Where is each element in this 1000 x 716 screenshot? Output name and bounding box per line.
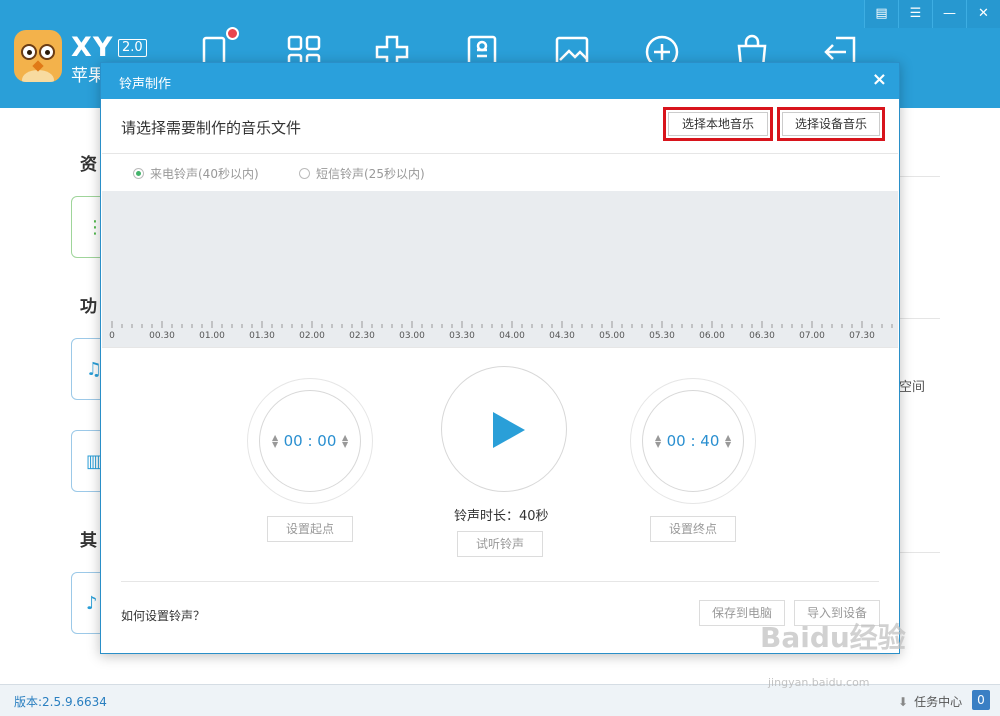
set-start-button[interactable]: 设置起点 xyxy=(267,516,353,542)
radio-call-label: 来电铃声(40秒以内) xyxy=(150,167,259,181)
divider xyxy=(102,347,898,348)
menu-icon[interactable]: ▤ xyxy=(864,0,898,28)
task-center-label: 任务中心 xyxy=(914,695,963,709)
ruler-label: 02.30 xyxy=(349,331,375,341)
select-local-music-label: 选择本地音乐 xyxy=(668,112,768,136)
start-time-value: 00 : 00 xyxy=(283,432,337,450)
ruler-label: 04.30 xyxy=(549,331,575,341)
start-time-knob[interactable]: ▲ ▼ 00 : 00 ▲ ▼ xyxy=(247,378,373,504)
close-dialog-icon[interactable]: × xyxy=(872,69,887,90)
baidu-watermark: Baidu经验 xyxy=(760,621,906,654)
how-to-set-ringtone-link[interactable]: 如何设置铃声？ xyxy=(121,607,205,624)
waveform-area[interactable] xyxy=(102,191,898,319)
task-center-button[interactable]: ⬇ 任务中心 xyxy=(898,693,962,710)
section-heading: 功 xyxy=(80,297,97,317)
ringtone-maker-dialog: 铃声制作 × 请选择需要制作的音乐文件 选择本地音乐 选择设备音乐 来电铃声(4… xyxy=(100,62,900,654)
updown-arrow-icon[interactable]: ▲ ▼ xyxy=(725,434,731,449)
section-heading: 其 xyxy=(80,531,97,551)
select-local-music-button[interactable]: 选择本地音乐 xyxy=(663,107,773,141)
radio-unchecked-icon xyxy=(299,168,310,179)
select-device-music-label: 选择设备音乐 xyxy=(782,112,880,136)
play-button[interactable] xyxy=(441,366,567,492)
end-time-value: 00 : 40 xyxy=(666,432,720,450)
ruler-label: 07.00 xyxy=(799,331,825,341)
section-heading: 资 xyxy=(80,155,97,175)
version-label: 版本:2.5.9.6634 xyxy=(14,695,107,709)
baidu-watermark-url: jingyan.baidu.com xyxy=(768,676,870,689)
ruler-label: 06.30 xyxy=(749,331,775,341)
divider xyxy=(121,581,879,582)
owl-logo-icon xyxy=(14,30,62,82)
window-controls: ▤ ☰ — ✕ xyxy=(864,0,1000,28)
radio-sms-ringtone[interactable]: 短信铃声(25秒以内) xyxy=(299,165,425,182)
time-ruler: 0 00.30 01.00 01.30 02.00 02.30 03.00 03.30 04.0… xyxy=(102,319,898,347)
ruler-label: 07.30 xyxy=(849,331,875,341)
ruler-label: 01.00 xyxy=(199,331,225,341)
ruler-label: 03.00 xyxy=(399,331,425,341)
ringtone-duration: 铃声时长：40秒 xyxy=(454,509,549,524)
minimize-button[interactable]: — xyxy=(932,0,966,28)
set-end-button[interactable]: 设置终点 xyxy=(650,516,736,542)
side-text: 空间 xyxy=(899,380,926,395)
notification-dot xyxy=(226,27,239,40)
settings-icon[interactable]: ☰ xyxy=(898,0,932,28)
ruler-label: 0 xyxy=(109,331,115,341)
preview-ringtone-button[interactable]: 试听铃声 xyxy=(457,531,543,557)
dialog-title: 铃声制作 xyxy=(119,77,172,92)
ruler-label: 00.30 xyxy=(149,331,175,341)
ruler-label: 03.30 xyxy=(449,331,475,341)
bell-icon: ♪ xyxy=(86,593,98,614)
radio-sms-label: 短信铃声(25秒以内) xyxy=(316,167,425,181)
radio-call-ringtone[interactable]: 来电铃声(40秒以内) xyxy=(133,165,259,182)
brand-name: XY xyxy=(71,32,114,63)
updown-arrow-icon[interactable]: ▲ ▼ xyxy=(342,434,348,449)
ruler-label: 01.30 xyxy=(249,331,275,341)
divider xyxy=(102,153,898,154)
radio-checked-icon xyxy=(133,168,144,179)
dialog-title-bar: 铃声制作 × xyxy=(101,63,899,99)
brand-version-tag: 2.0 xyxy=(118,39,147,57)
ruler-ticks xyxy=(111,321,893,328)
ruler-label: 04.00 xyxy=(499,331,525,341)
download-icon: ⬇ xyxy=(898,695,909,709)
ruler-label: 05.00 xyxy=(599,331,625,341)
ruler-label: 05.30 xyxy=(649,331,675,341)
ruler-label: 02.00 xyxy=(299,331,325,341)
close-window-button[interactable]: ✕ xyxy=(966,0,1000,28)
select-device-music-button[interactable]: 选择设备音乐 xyxy=(777,107,885,141)
play-icon xyxy=(493,412,525,448)
task-count-badge: 0 xyxy=(972,690,990,710)
dialog-heading: 请选择需要制作的音乐文件 xyxy=(121,119,302,137)
end-time-knob[interactable]: ▲ ▼ 00 : 40 ▲ ▼ xyxy=(630,378,756,504)
ruler-label: 06.00 xyxy=(699,331,725,341)
